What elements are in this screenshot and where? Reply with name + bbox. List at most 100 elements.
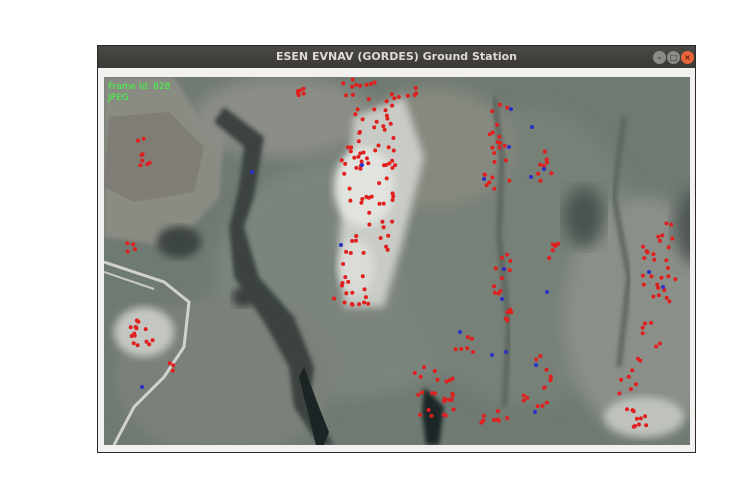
red-marker [617,391,622,396]
red-marker [422,365,427,370]
red-marker [495,409,500,414]
red-marker [348,198,353,203]
red-marker [535,404,540,409]
video-feed[interactable]: Frame Id: 828 JPEG [104,77,690,445]
red-marker [356,139,361,144]
red-marker [387,161,392,166]
red-marker [619,377,624,382]
red-marker [666,274,671,279]
red-marker [645,250,650,255]
red-marker [380,219,385,224]
red-marker [542,149,547,154]
red-marker [391,136,396,140]
red-marker [364,156,369,161]
red-marker [670,236,675,241]
blue-marker [504,350,508,354]
red-marker [508,258,513,263]
red-marker [490,145,495,150]
red-marker [367,210,372,215]
red-marker [666,245,671,250]
red-marker [341,262,346,266]
red-marker [538,354,543,359]
blue-marker [545,290,549,294]
red-marker [377,201,382,206]
red-marker [361,250,366,255]
red-marker [507,178,512,183]
red-marker [386,145,391,150]
red-marker [346,279,351,284]
red-marker [450,393,455,398]
red-marker [356,154,361,159]
red-marker [386,233,391,238]
red-marker [504,317,509,321]
red-marker [150,338,155,343]
window-title: ESEN EVNAV (GORDES) Ground Station [275,50,518,63]
red-marker [301,91,306,96]
red-marker [133,325,138,329]
red-marker [630,408,635,413]
red-marker [656,234,661,239]
red-marker [138,163,143,168]
red-marker [389,92,394,97]
red-marker [497,145,502,150]
red-marker [634,416,639,421]
red-marker [538,178,543,183]
blue-marker [500,297,504,301]
red-marker [377,181,382,186]
red-marker [418,412,423,417]
red-marker [521,398,526,403]
minimize-button[interactable]: – [653,51,666,64]
red-marker [359,159,364,164]
red-marker [382,127,387,132]
red-marker [382,163,386,168]
red-marker [505,105,510,110]
red-marker [167,361,172,366]
red-marker [492,290,497,295]
red-marker [381,225,386,230]
red-marker [348,251,353,255]
red-marker [125,249,130,254]
blue-marker [482,177,486,181]
red-marker [361,150,366,155]
close-button[interactable]: × [681,51,694,64]
red-marker [640,273,645,278]
red-marker [481,418,486,423]
red-marker [360,117,365,122]
title-bar[interactable]: ESEN EVNAV (GORDES) Ground Station – □ × [98,46,695,68]
red-marker [143,327,148,332]
red-marker [396,95,401,99]
blue-marker [661,285,665,289]
red-marker [414,91,419,96]
red-marker [391,148,396,153]
red-marker [664,258,669,263]
blue-marker [542,167,546,171]
red-marker [673,277,678,282]
red-marker [465,335,470,340]
red-marker [140,152,145,157]
red-marker [341,81,346,86]
red-marker [492,186,497,191]
red-marker [390,103,395,108]
red-marker [642,256,647,261]
red-marker [348,149,353,154]
red-marker [366,195,371,200]
red-marker [444,379,449,384]
red-marker [542,385,547,390]
maximize-button[interactable]: □ [667,51,680,64]
red-marker [346,145,350,150]
red-marker [364,82,369,87]
red-marker [354,234,359,238]
red-marker [359,200,364,205]
red-marker [388,121,393,126]
blue-marker [250,170,254,174]
red-marker [641,282,646,287]
red-marker [429,413,434,418]
red-marker [373,148,378,153]
blue-marker [502,267,506,271]
red-marker [637,422,641,427]
red-marker [343,93,348,98]
red-marker [643,414,648,419]
red-marker [492,159,497,164]
blue-marker [647,270,651,274]
red-marker [633,382,638,387]
